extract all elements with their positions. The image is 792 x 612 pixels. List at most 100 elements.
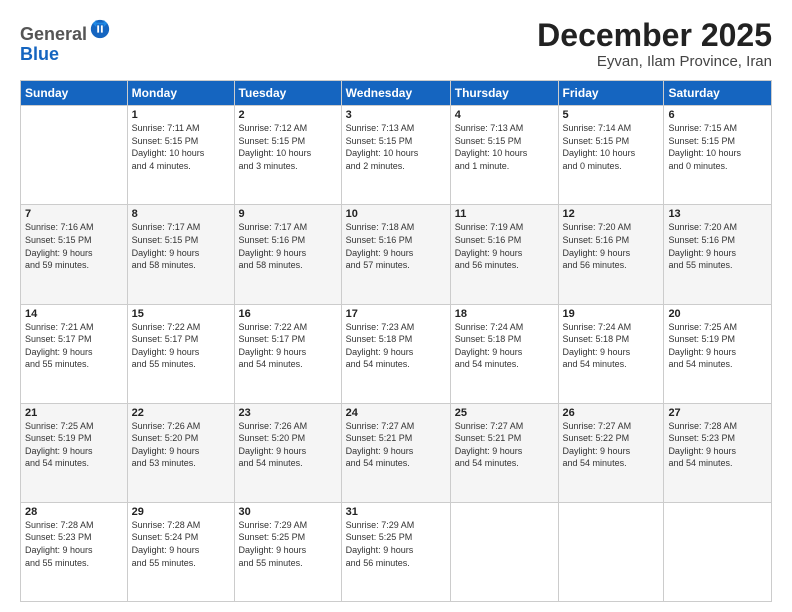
day-info: Sunrise: 7:20 AMSunset: 5:16 PMDaylight:… <box>668 221 767 271</box>
day-info: Sunrise: 7:27 AMSunset: 5:21 PMDaylight:… <box>455 420 554 470</box>
page-header: General Blue December 2025 Eyvan, Ilam P… <box>20 18 772 70</box>
weekday-header: Tuesday <box>234 81 341 106</box>
day-info: Sunrise: 7:13 AMSunset: 5:15 PMDaylight:… <box>346 122 446 172</box>
day-number: 16 <box>239 308 337 320</box>
calendar-table: SundayMondayTuesdayWednesdayThursdayFrid… <box>20 80 772 602</box>
day-info: Sunrise: 7:27 AMSunset: 5:21 PMDaylight:… <box>346 420 446 470</box>
day-number: 10 <box>346 208 446 220</box>
calendar-cell <box>450 502 558 601</box>
day-number: 18 <box>455 308 554 320</box>
calendar-cell: 28Sunrise: 7:28 AMSunset: 5:23 PMDayligh… <box>21 502 128 601</box>
calendar-cell: 8Sunrise: 7:17 AMSunset: 5:15 PMDaylight… <box>127 205 234 304</box>
day-number: 2 <box>239 109 337 121</box>
day-info: Sunrise: 7:23 AMSunset: 5:18 PMDaylight:… <box>346 321 446 371</box>
day-info: Sunrise: 7:20 AMSunset: 5:16 PMDaylight:… <box>563 221 660 271</box>
calendar-cell: 25Sunrise: 7:27 AMSunset: 5:21 PMDayligh… <box>450 403 558 502</box>
day-info: Sunrise: 7:26 AMSunset: 5:20 PMDaylight:… <box>239 420 337 470</box>
day-info: Sunrise: 7:12 AMSunset: 5:15 PMDaylight:… <box>239 122 337 172</box>
weekday-header: Thursday <box>450 81 558 106</box>
calendar-cell: 23Sunrise: 7:26 AMSunset: 5:20 PMDayligh… <box>234 403 341 502</box>
day-info: Sunrise: 7:26 AMSunset: 5:20 PMDaylight:… <box>132 420 230 470</box>
calendar-cell: 22Sunrise: 7:26 AMSunset: 5:20 PMDayligh… <box>127 403 234 502</box>
calendar-cell: 14Sunrise: 7:21 AMSunset: 5:17 PMDayligh… <box>21 304 128 403</box>
calendar-cell: 5Sunrise: 7:14 AMSunset: 5:15 PMDaylight… <box>558 106 664 205</box>
calendar-cell: 20Sunrise: 7:25 AMSunset: 5:19 PMDayligh… <box>664 304 772 403</box>
day-info: Sunrise: 7:29 AMSunset: 5:25 PMDaylight:… <box>239 519 337 569</box>
calendar-cell: 11Sunrise: 7:19 AMSunset: 5:16 PMDayligh… <box>450 205 558 304</box>
day-info: Sunrise: 7:24 AMSunset: 5:18 PMDaylight:… <box>455 321 554 371</box>
weekday-header: Friday <box>558 81 664 106</box>
calendar-week-row: 14Sunrise: 7:21 AMSunset: 5:17 PMDayligh… <box>21 304 772 403</box>
day-number: 29 <box>132 506 230 518</box>
calendar-cell: 24Sunrise: 7:27 AMSunset: 5:21 PMDayligh… <box>341 403 450 502</box>
day-number: 21 <box>25 407 123 419</box>
title-block: December 2025 Eyvan, Ilam Province, Iran <box>537 18 772 70</box>
weekday-header: Monday <box>127 81 234 106</box>
calendar-cell: 4Sunrise: 7:13 AMSunset: 5:15 PMDaylight… <box>450 106 558 205</box>
calendar-week-row: 21Sunrise: 7:25 AMSunset: 5:19 PMDayligh… <box>21 403 772 502</box>
day-number: 31 <box>346 506 446 518</box>
day-number: 14 <box>25 308 123 320</box>
day-info: Sunrise: 7:22 AMSunset: 5:17 PMDaylight:… <box>239 321 337 371</box>
calendar-cell <box>664 502 772 601</box>
calendar-header-row: SundayMondayTuesdayWednesdayThursdayFrid… <box>21 81 772 106</box>
day-number: 27 <box>668 407 767 419</box>
calendar-cell: 31Sunrise: 7:29 AMSunset: 5:25 PMDayligh… <box>341 502 450 601</box>
day-number: 1 <box>132 109 230 121</box>
calendar-page: General Blue December 2025 Eyvan, Ilam P… <box>0 0 792 612</box>
logo: General Blue <box>20 18 111 65</box>
day-info: Sunrise: 7:19 AMSunset: 5:16 PMDaylight:… <box>455 221 554 271</box>
day-info: Sunrise: 7:13 AMSunset: 5:15 PMDaylight:… <box>455 122 554 172</box>
calendar-cell: 30Sunrise: 7:29 AMSunset: 5:25 PMDayligh… <box>234 502 341 601</box>
logo-general: General <box>20 24 87 44</box>
day-number: 6 <box>668 109 767 121</box>
weekday-header: Sunday <box>21 81 128 106</box>
weekday-header: Saturday <box>664 81 772 106</box>
calendar-cell: 9Sunrise: 7:17 AMSunset: 5:16 PMDaylight… <box>234 205 341 304</box>
calendar-cell <box>558 502 664 601</box>
day-number: 7 <box>25 208 123 220</box>
day-info: Sunrise: 7:24 AMSunset: 5:18 PMDaylight:… <box>563 321 660 371</box>
day-number: 3 <box>346 109 446 121</box>
calendar-cell: 18Sunrise: 7:24 AMSunset: 5:18 PMDayligh… <box>450 304 558 403</box>
day-info: Sunrise: 7:16 AMSunset: 5:15 PMDaylight:… <box>25 221 123 271</box>
calendar-cell: 12Sunrise: 7:20 AMSunset: 5:16 PMDayligh… <box>558 205 664 304</box>
calendar-body: 1Sunrise: 7:11 AMSunset: 5:15 PMDaylight… <box>21 106 772 602</box>
day-info: Sunrise: 7:28 AMSunset: 5:23 PMDaylight:… <box>25 519 123 569</box>
day-info: Sunrise: 7:28 AMSunset: 5:23 PMDaylight:… <box>668 420 767 470</box>
calendar-cell: 21Sunrise: 7:25 AMSunset: 5:19 PMDayligh… <box>21 403 128 502</box>
calendar-cell: 10Sunrise: 7:18 AMSunset: 5:16 PMDayligh… <box>341 205 450 304</box>
day-info: Sunrise: 7:28 AMSunset: 5:24 PMDaylight:… <box>132 519 230 569</box>
calendar-cell: 2Sunrise: 7:12 AMSunset: 5:15 PMDaylight… <box>234 106 341 205</box>
day-number: 5 <box>563 109 660 121</box>
calendar-week-row: 7Sunrise: 7:16 AMSunset: 5:15 PMDaylight… <box>21 205 772 304</box>
day-info: Sunrise: 7:27 AMSunset: 5:22 PMDaylight:… <box>563 420 660 470</box>
day-info: Sunrise: 7:22 AMSunset: 5:17 PMDaylight:… <box>132 321 230 371</box>
logo-icon <box>89 18 111 40</box>
day-number: 9 <box>239 208 337 220</box>
calendar-cell: 15Sunrise: 7:22 AMSunset: 5:17 PMDayligh… <box>127 304 234 403</box>
calendar-cell: 26Sunrise: 7:27 AMSunset: 5:22 PMDayligh… <box>558 403 664 502</box>
day-number: 28 <box>25 506 123 518</box>
calendar-cell: 7Sunrise: 7:16 AMSunset: 5:15 PMDaylight… <box>21 205 128 304</box>
weekday-header: Wednesday <box>341 81 450 106</box>
day-number: 12 <box>563 208 660 220</box>
calendar-cell: 16Sunrise: 7:22 AMSunset: 5:17 PMDayligh… <box>234 304 341 403</box>
calendar-week-row: 1Sunrise: 7:11 AMSunset: 5:15 PMDaylight… <box>21 106 772 205</box>
calendar-cell: 27Sunrise: 7:28 AMSunset: 5:23 PMDayligh… <box>664 403 772 502</box>
calendar-cell: 17Sunrise: 7:23 AMSunset: 5:18 PMDayligh… <box>341 304 450 403</box>
calendar-cell: 3Sunrise: 7:13 AMSunset: 5:15 PMDaylight… <box>341 106 450 205</box>
day-info: Sunrise: 7:17 AMSunset: 5:15 PMDaylight:… <box>132 221 230 271</box>
day-info: Sunrise: 7:29 AMSunset: 5:25 PMDaylight:… <box>346 519 446 569</box>
day-info: Sunrise: 7:18 AMSunset: 5:16 PMDaylight:… <box>346 221 446 271</box>
day-info: Sunrise: 7:14 AMSunset: 5:15 PMDaylight:… <box>563 122 660 172</box>
day-number: 30 <box>239 506 337 518</box>
calendar-cell: 29Sunrise: 7:28 AMSunset: 5:24 PMDayligh… <box>127 502 234 601</box>
calendar-cell: 1Sunrise: 7:11 AMSunset: 5:15 PMDaylight… <box>127 106 234 205</box>
day-number: 19 <box>563 308 660 320</box>
calendar-cell: 19Sunrise: 7:24 AMSunset: 5:18 PMDayligh… <box>558 304 664 403</box>
day-number: 13 <box>668 208 767 220</box>
day-info: Sunrise: 7:25 AMSunset: 5:19 PMDaylight:… <box>668 321 767 371</box>
calendar-title: December 2025 <box>537 18 772 53</box>
logo-blue: Blue <box>20 44 59 64</box>
